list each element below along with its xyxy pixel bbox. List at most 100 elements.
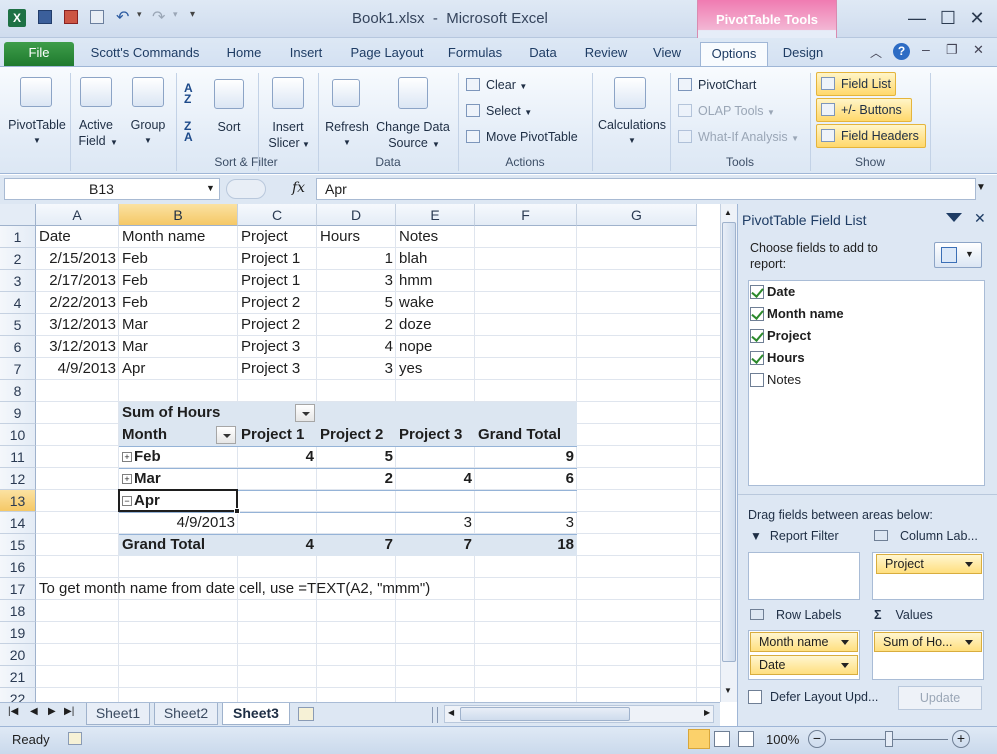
change-data-source-dropdown-icon[interactable]: ▼ [432,137,440,153]
page-break-view-icon[interactable] [738,731,754,747]
sort-descending-icon[interactable]: ZA [184,120,193,143]
tab-home[interactable]: Home [216,42,272,66]
defer-layout-checkbox[interactable]: Defer Layout Upd... [748,690,878,704]
redo-icon[interactable]: ↷ [152,7,165,27]
table-cell[interactable]: nope [396,336,475,358]
save-icon[interactable] [38,10,52,24]
pivot-row-filter-dropdown-button[interactable] [216,426,236,444]
zoom-level[interactable]: 100% [766,732,799,747]
pivot-value-cell[interactable]: 4 [396,468,475,490]
next-sheet-icon[interactable]: ▶ [48,706,56,717]
table-cell[interactable]: Project 3 [238,336,317,358]
formula-input[interactable]: Apr [316,178,976,200]
zoom-slider-thumb[interactable] [885,731,893,747]
table-cell[interactable]: blah [396,248,475,270]
undo-icon[interactable]: ↶ [116,7,129,27]
refresh-button[interactable]: Refresh [322,119,372,135]
column-header-g[interactable]: G [577,204,697,226]
pivot-value-cell[interactable] [238,490,317,512]
page-layout-view-icon[interactable] [714,731,730,747]
expand-formula-bar-icon[interactable]: ▼ [976,182,986,193]
row-header-22[interactable]: 22 [0,688,36,702]
header-cell[interactable]: Month name [119,226,238,248]
workbook-minimize-icon[interactable]: – [922,41,930,57]
worksheet-grid[interactable]: ABCDEFG 1 2 3 4 5 6 7 8 9 10 11 12 13 14 15 16 17 18 19 20 2… [0,204,720,702]
insert-worksheet-icon[interactable] [298,707,314,721]
buttons-toggle[interactable]: +/- Buttons [816,98,912,122]
zoom-in-icon[interactable]: + [952,730,970,748]
print-preview-icon[interactable] [64,10,78,24]
tab-options[interactable]: Options [700,42,768,67]
pivottable-dropdown-icon[interactable]: ▼ [4,133,70,149]
row-header-4[interactable]: 4 [0,292,36,314]
scroll-left-icon[interactable]: ◀ [448,708,454,717]
select-all-corner[interactable] [0,204,36,226]
header-cell[interactable]: Notes [396,226,475,248]
normal-view-icon[interactable] [688,729,710,749]
active-field-dropdown-icon[interactable]: ▼ [110,135,118,151]
field-list-layout-button[interactable]: ▼ [934,242,982,268]
row-header-17[interactable]: 17 [0,578,36,600]
macro-recording-icon[interactable] [68,732,82,745]
pivot-value-cell[interactable]: 4 [238,446,317,468]
table-cell[interactable]: Mar [119,336,238,358]
zoom-out-icon[interactable]: − [808,730,826,748]
change-data-source-icon[interactable] [398,77,428,109]
table-cell[interactable]: 3/12/2013 [36,314,119,336]
pivot-grand-total-cell[interactable]: 18 [475,534,577,556]
table-cell[interactable]: Project 1 [238,270,317,292]
row-header-2[interactable]: 2 [0,248,36,270]
row-header-20[interactable]: 20 [0,644,36,666]
table-cell[interactable]: 2/17/2013 [36,270,119,292]
tab-insert[interactable]: Insert [278,42,334,66]
sheet-tab-sheet1[interactable]: Sheet1 [86,703,150,725]
sort-ascending-icon[interactable]: AZ [184,82,193,105]
pivot-grand-total-cell[interactable]: 7 [396,534,475,556]
tab-design[interactable]: Design [772,42,834,66]
pivot-grand-total-label[interactable]: Grand Total [119,534,238,556]
pivot-column-header[interactable]: Project 2 [317,424,396,446]
row-header-3[interactable]: 3 [0,270,36,292]
prev-sheet-icon[interactable]: ◀ [30,706,38,717]
scroll-right-icon[interactable]: ▶ [704,708,710,717]
pivot-row-subitem[interactable]: 4/9/2013 [119,512,238,534]
row-header-12[interactable]: 12 [0,468,36,490]
row-chip-date[interactable]: Date [750,655,858,675]
customize-qat-icon[interactable]: ▾ [190,9,195,20]
quick-print-icon[interactable] [90,10,104,24]
maximize-icon[interactable]: ☐ [937,8,959,30]
move-pivottable-button[interactable]: Move PivotTable [466,129,578,145]
row-header-8[interactable]: 8 [0,380,36,402]
insert-slicer-icon[interactable] [272,77,304,109]
insert-slicer-label-2[interactable]: Slicer [262,135,306,151]
sheet-tab-sheet2[interactable]: Sheet2 [154,703,218,725]
report-filter-area[interactable] [748,552,860,600]
tab-data[interactable]: Data [516,42,570,66]
sort-dialog-icon[interactable] [214,79,244,109]
row-header-7[interactable]: 7 [0,358,36,380]
value-chip-sum-of-hours[interactable]: Sum of Ho... [874,632,982,652]
sort-button[interactable]: Sort [208,119,250,135]
field-project[interactable]: Project [750,328,811,344]
pivot-value-cell[interactable]: 9 [475,446,577,468]
field-headers-toggle[interactable]: Field Headers [816,124,926,148]
pivot-value-cell[interactable] [396,446,475,468]
pivot-row-item[interactable]: + Feb [119,446,238,468]
field-list-menu-icon[interactable] [946,213,962,222]
table-cell[interactable]: doze [396,314,475,336]
field-date[interactable]: Date [750,284,795,300]
table-cell[interactable]: yes [396,358,475,380]
active-field-label-1[interactable]: Active [72,117,120,133]
pivot-value-cell[interactable] [238,468,317,490]
update-button[interactable]: Update [898,686,982,710]
fill-handle[interactable] [234,508,240,514]
row-header-15[interactable]: 15 [0,534,36,556]
whatif-analysis-button[interactable]: What-If Analysis ▼ [678,129,799,147]
calculations-button[interactable]: Calculations [594,117,670,133]
notes-checkbox[interactable] [750,373,764,387]
row-header-18[interactable]: 18 [0,600,36,622]
table-cell[interactable]: 4/9/2013 [36,358,119,380]
field-list-close-icon[interactable]: ✕ [974,210,986,227]
row-header-9[interactable]: 9 [0,402,36,424]
workbook-restore-icon[interactable]: ❐ [946,42,958,58]
